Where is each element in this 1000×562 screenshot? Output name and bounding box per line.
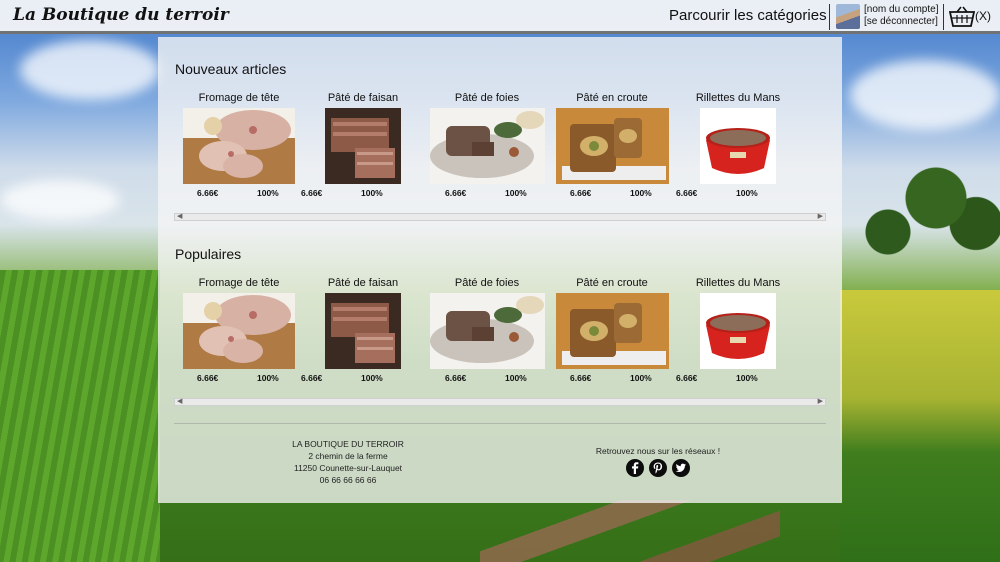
- product-rating: 100%: [361, 188, 383, 198]
- product-image-rillettes: [700, 108, 776, 184]
- divider: [943, 4, 944, 30]
- product-rating: 100%: [736, 373, 758, 383]
- cart-count[interactable]: (X): [975, 9, 991, 23]
- product-rating: 100%: [736, 188, 758, 198]
- avatar[interactable]: [836, 4, 860, 29]
- dirt-path: [480, 500, 780, 562]
- product-rating: 100%: [505, 188, 527, 198]
- product-price: 6.66€: [301, 188, 323, 198]
- product-rating: 100%: [361, 373, 383, 383]
- divider: [829, 4, 830, 30]
- field-right: [840, 290, 1000, 562]
- product-card[interactable]: Pâté en croute 6.66€ 100%: [552, 92, 672, 202]
- footer-address: LA BOUTIQUE DU TERROIR 2 chemin de la fe…: [248, 438, 448, 486]
- product-image-foies: [430, 293, 545, 369]
- scroll-left-arrow-icon[interactable]: ◀: [177, 212, 182, 220]
- product-card[interactable]: Pâté de foies 6.66€ 100%: [427, 277, 547, 387]
- scroll-right-arrow-icon[interactable]: ▶: [818, 212, 823, 220]
- basket-icon[interactable]: [949, 6, 975, 28]
- scroll-right-arrow-icon[interactable]: ▶: [818, 397, 823, 405]
- phone-number: 06 66 66 66 66: [319, 475, 377, 485]
- product-name: Pâté de foies: [454, 277, 520, 289]
- carousel-scrollbar-new[interactable]: ◀ ▶: [174, 212, 826, 221]
- top-navigation-bar: La Boutique du terroir Parcourir les cat…: [0, 0, 1000, 34]
- product-card[interactable]: Fromage de tête 6.66€ 100%: [179, 277, 299, 387]
- product-card[interactable]: Pâté en croute 6.66€ 100%: [552, 277, 672, 387]
- social-text: Retrouvez nous sur les réseaux !: [595, 446, 721, 456]
- product-card[interactable]: Rillettes du Mans 6.66€ 100%: [676, 277, 798, 387]
- product-image-fromage: [183, 293, 295, 369]
- product-name: Fromage de tête: [198, 92, 280, 104]
- product-price: 6.66€: [445, 373, 467, 383]
- product-price: 6.66€: [676, 188, 698, 198]
- field-left: [0, 270, 160, 562]
- trees: [840, 130, 1000, 300]
- address-line: LA BOUTIQUE DU TERROIR: [292, 439, 404, 449]
- address-line: 11250 Counette-sur-Lauquet: [293, 463, 403, 473]
- product-name: Pâté en croute: [576, 92, 648, 104]
- product-price: 6.66€: [676, 373, 698, 383]
- pinterest-icon[interactable]: [649, 459, 667, 477]
- product-name: Rillettes du Mans: [695, 92, 781, 104]
- product-card[interactable]: Fromage de tête 6.66€ 100%: [179, 92, 299, 202]
- cloud: [850, 60, 1000, 130]
- cloud: [20, 40, 160, 100]
- site-logo[interactable]: La Boutique du terroir: [13, 5, 229, 25]
- logout-link[interactable]: [se déconnecter]: [864, 16, 938, 28]
- account-name-link[interactable]: [nom du compte]: [864, 4, 938, 16]
- product-image-fromage: [183, 108, 295, 184]
- product-name: Pâté de faisan: [327, 92, 399, 104]
- footer-divider: [174, 423, 826, 424]
- product-rating: 100%: [257, 188, 279, 198]
- product-price: 6.66€: [570, 188, 592, 198]
- product-name: Fromage de tête: [198, 277, 280, 289]
- product-card[interactable]: Pâté de faisan 6.66€ 100%: [301, 92, 423, 202]
- carousel-scrollbar-popular[interactable]: ◀ ▶: [174, 397, 826, 406]
- address-line: 2 chemin de la ferme: [308, 451, 388, 461]
- product-price: 6.66€: [301, 373, 323, 383]
- scroll-left-arrow-icon[interactable]: ◀: [177, 397, 182, 405]
- facebook-icon[interactable]: [626, 459, 644, 477]
- product-name: Pâté de faisan: [327, 277, 399, 289]
- product-rating: 100%: [257, 373, 279, 383]
- product-rating: 100%: [630, 373, 652, 383]
- product-row-new: Fromage de tête 6.66€ 100% Pâté de faisa…: [175, 92, 825, 212]
- product-image-rillettes: [700, 293, 776, 369]
- product-price: 6.66€: [197, 373, 219, 383]
- product-image-faisan: [325, 108, 401, 184]
- product-name: Rillettes du Mans: [695, 277, 781, 289]
- twitter-icon[interactable]: [672, 459, 690, 477]
- product-price: 6.66€: [570, 373, 592, 383]
- account-menu: [nom du compte] [se déconnecter]: [864, 4, 938, 28]
- product-name: Pâté de foies: [454, 92, 520, 104]
- product-price: 6.66€: [445, 188, 467, 198]
- product-image-faisan: [325, 293, 401, 369]
- cloud: [0, 180, 120, 220]
- product-card[interactable]: Rillettes du Mans 6.66€ 100%: [676, 92, 798, 202]
- section-title-new: Nouveaux articles: [175, 61, 287, 77]
- section-title-popular: Populaires: [175, 246, 242, 262]
- product-name: Pâté en croute: [576, 277, 648, 289]
- product-card[interactable]: Pâté de foies 6.66€ 100%: [427, 92, 547, 202]
- product-rating: 100%: [630, 188, 652, 198]
- browse-categories-link[interactable]: Parcourir les catégories: [669, 7, 827, 24]
- product-image-croute: [556, 293, 669, 369]
- product-image-croute: [556, 108, 669, 184]
- product-card[interactable]: Pâté de faisan 6.66€ 100%: [301, 277, 423, 387]
- product-image-foies: [430, 108, 545, 184]
- main-panel: Nouveaux articles Fromage de tête 6.66€ …: [158, 37, 842, 503]
- product-rating: 100%: [505, 373, 527, 383]
- product-price: 6.66€: [197, 188, 219, 198]
- product-row-popular: Fromage de tête 6.66€ 100% Pâté de faisa…: [175, 277, 825, 397]
